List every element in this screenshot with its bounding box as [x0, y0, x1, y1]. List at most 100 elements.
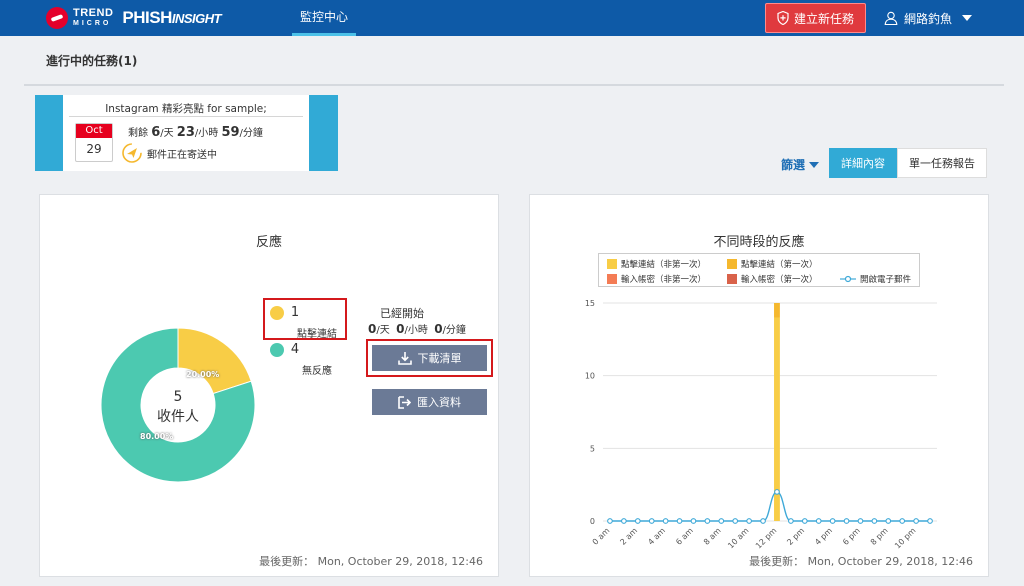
x-tick-label: 0 am	[591, 526, 612, 547]
email-open-point	[815, 518, 822, 524]
reaction-last-updated: 最後更新： Mon, October 29, 2018, 12:46	[259, 555, 483, 568]
donut-center-count: 5	[173, 389, 183, 405]
no-response-legend-dot	[270, 342, 284, 357]
filter-dropdown[interactable]: 篩選	[781, 156, 820, 173]
new-task-button[interactable]: 建立新任務	[765, 3, 866, 33]
logo-phish-text: PHISH	[122, 8, 172, 27]
tab-monitor-center[interactable]: 監控中心	[292, 0, 356, 36]
remain-prefix: 剩餘	[128, 128, 148, 139]
reaction-panel: 反應 5 收件人 20.00% 80.00% 1 點擊連結 4 無反應 已經開始…	[39, 194, 499, 577]
details-button[interactable]: 詳細內容	[829, 148, 897, 178]
y-tick-label: 0	[590, 517, 595, 526]
task-name: Instagram 精彩亮點 for sample;	[105, 103, 267, 115]
x-tick-label: 4 am	[646, 526, 667, 547]
trend-micro-logo-icon	[46, 7, 68, 29]
user-name: 網路釣魚	[904, 11, 953, 26]
import-icon	[398, 395, 411, 409]
section-title: 進行中的任務(1)	[46, 54, 138, 68]
email-open-point	[690, 518, 697, 524]
task-card[interactable]: Instagram 精彩亮點 for sample; Oct 29 剩餘 6/天…	[35, 95, 338, 171]
bar	[774, 303, 780, 318]
time-reaction-chart: 0 5 10 15 0 am 2 am 4 am 6 am 8 am 10 am 12 pm 2 pm…	[585, 299, 937, 551]
email-open-point	[634, 518, 641, 524]
legend-item-click[interactable]: 1	[270, 305, 299, 320]
x-tick-label: 10 am	[726, 526, 750, 550]
donut-slice-0	[177, 327, 252, 395]
new-task-label: 建立新任務	[793, 11, 854, 26]
download-icon	[397, 351, 412, 365]
task-divider	[69, 116, 303, 117]
task-countdown: 剩餘 6/天 23/小時 59/分鐘	[128, 124, 263, 140]
single-task-report-button[interactable]: 單一任務報告	[897, 148, 987, 178]
remain-minutes: 59	[221, 125, 240, 140]
x-tick-label: 8 pm	[869, 526, 890, 547]
email-open-point	[648, 518, 655, 524]
x-tick-label: 6 pm	[841, 526, 862, 547]
email-open-point	[885, 518, 892, 524]
y-tick-label: 15	[585, 299, 595, 308]
trend-micro-logo[interactable]: TREND MICRO PHISHINSIGHT	[46, 5, 222, 31]
x-tick-label: 8 am	[702, 526, 723, 547]
x-tick-label: 4 pm	[813, 526, 834, 547]
email-open-point	[927, 518, 933, 524]
y-tick-label: 10	[585, 372, 595, 381]
elapsed-minutes-unit: /分鐘	[442, 325, 466, 336]
calendar-day: 29	[86, 142, 102, 156]
remain-minutes-unit: /分鐘	[239, 128, 263, 139]
remain-hours: 23	[176, 125, 195, 140]
email-open-point	[607, 518, 613, 524]
legend-item-no-response[interactable]: 4	[270, 342, 299, 357]
elapsed-days-unit: /天	[376, 325, 390, 336]
email-open-point	[913, 518, 919, 524]
import-data-button[interactable]: 匯入資料	[372, 389, 487, 415]
x-tick-label: 2 am	[618, 526, 639, 547]
sending-status: 郵件正在寄送中	[121, 142, 217, 164]
email-open-point	[621, 518, 627, 524]
no-response-legend-label: 無反應	[302, 366, 332, 377]
section-divider	[24, 84, 1004, 86]
user-menu[interactable]: 網路釣魚	[884, 0, 973, 36]
remain-days-unit: /天	[160, 128, 174, 139]
logo-insight-text: INSIGHT	[171, 11, 222, 26]
email-open-point	[871, 518, 878, 524]
paper-plane-icon	[122, 143, 142, 163]
elapsed-minutes: 0	[434, 322, 443, 336]
calendar-month: Oct	[76, 124, 112, 138]
top-bar: TREND MICRO PHISHINSIGHT 監控中心 建立新任務 網路釣魚	[0, 0, 1024, 36]
email-open-point	[843, 518, 850, 524]
x-tick-label: 10 pm	[893, 526, 918, 551]
click-count: 1	[290, 305, 300, 320]
logo-micro-text: MICRO	[73, 19, 112, 27]
email-open-point	[718, 518, 725, 524]
email-open-point	[732, 518, 739, 524]
chevron-down-icon	[809, 161, 820, 168]
user-icon	[884, 11, 898, 25]
email-open-point	[857, 518, 864, 524]
no-response-count: 4	[290, 342, 300, 357]
email-open-point	[760, 518, 766, 524]
time-reaction-panel: 不同時段的反應 點擊連結（非第一次） 點擊連結（第一次） 輸入帳密（非第一次） …	[529, 194, 989, 577]
email-open-point	[704, 518, 711, 524]
elapsed-time: 0/天 0/小時 0/分鐘	[368, 321, 466, 336]
x-tick-label: 6 am	[674, 526, 695, 547]
chevron-down-icon	[962, 15, 973, 21]
click-legend-label: 點擊連結	[297, 329, 337, 340]
y-tick-label: 5	[590, 444, 595, 453]
elapsed-hours-unit: /小時	[404, 325, 428, 336]
download-list-label: 下載清單	[417, 352, 462, 365]
sending-status-text: 郵件正在寄送中	[147, 149, 217, 161]
click-legend-dot	[270, 305, 284, 320]
started-label: 已經開始	[380, 307, 424, 320]
email-open-point	[676, 518, 683, 524]
email-open-point	[746, 518, 752, 524]
remain-hours-unit: /小時	[194, 128, 219, 139]
shield-plus-icon	[777, 11, 789, 25]
email-open-point	[899, 518, 906, 524]
donut-center-label: 收件人	[157, 409, 199, 425]
import-data-label: 匯入資料	[417, 396, 461, 409]
email-open-point	[801, 518, 808, 524]
x-tick-label: 12 pm	[754, 526, 779, 551]
filter-label: 篩選	[781, 158, 806, 172]
download-list-button[interactable]: 下載清單	[372, 345, 487, 371]
email-open-point	[829, 518, 836, 524]
